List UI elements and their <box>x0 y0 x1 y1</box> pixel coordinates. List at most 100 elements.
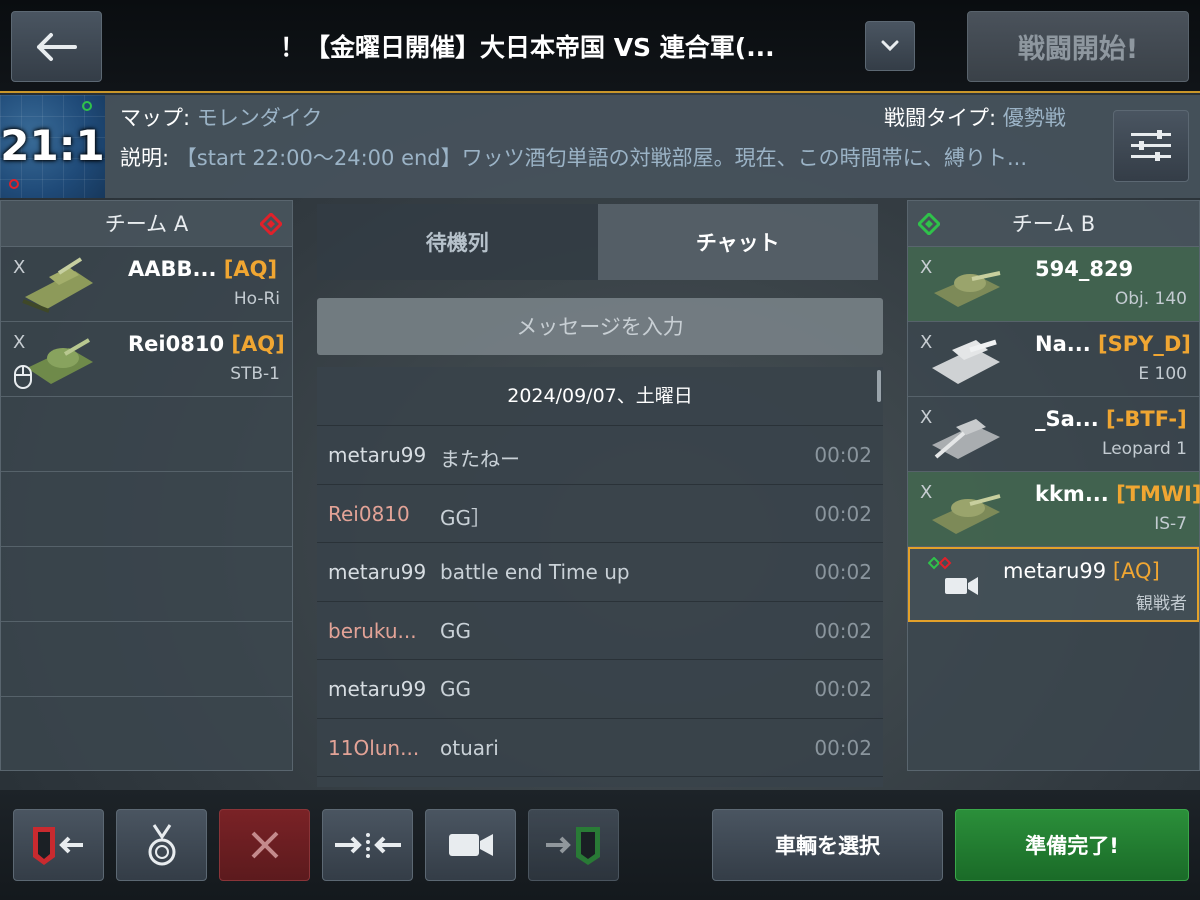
map-label: マップ: <box>120 106 191 130</box>
chat-date-header: 2024/09/07、土曜日 <box>317 367 883 426</box>
clan-tag: [AQ] <box>1112 559 1160 583</box>
start-battle-button[interactable]: 戦闘開始! <box>967 11 1189 82</box>
medal-icon <box>148 824 175 866</box>
chat-message: 11Olun... otuari 00:02 <box>317 719 883 777</box>
chat-time: 00:02 <box>814 677 872 701</box>
chat-message-input[interactable] <box>317 298 883 355</box>
room-info-bar: 21:1 マップ: モレンダイク 戦闘タイプ: 優勢戦 説明: 【start 2… <box>0 95 1200 198</box>
chat-time: 00:02 <box>814 560 872 584</box>
chat-author[interactable]: metaru99 <box>328 677 438 701</box>
chat-text: またねー <box>440 447 520 471</box>
chat-text: battle end Time up <box>440 560 630 584</box>
player-name: _Sa... <box>1035 407 1099 431</box>
team-b-slot-1[interactable]: X 594_829 Obj. 140 <box>908 247 1199 322</box>
vehicle-name: Leopard 1 <box>1102 439 1187 459</box>
team-b-title: チーム B <box>1011 212 1096 236</box>
tab-chat[interactable]: チャット <box>597 204 878 280</box>
spectate-button[interactable] <box>425 809 516 881</box>
settings-button[interactable] <box>1113 110 1189 182</box>
chat-message: Rei0810 GG］ 00:02 <box>317 485 883 543</box>
description-info: 説明: 【start 22:00～24:00 end】ワッツ酒匂単語の対戦部屋。… <box>120 142 1080 172</box>
map-info: マップ: モレンダイク <box>120 102 322 132</box>
center-tabs: 待機列 チャット <box>317 204 878 280</box>
video-camera-icon <box>448 834 493 856</box>
player-name-row: metaru99 [AQ] <box>1003 559 1160 583</box>
medal-button[interactable] <box>116 809 207 881</box>
clan-tag: [SPY_D] <box>1098 332 1191 356</box>
tank-medium-icon <box>934 271 1001 307</box>
team-a-empty-slot <box>1 472 292 547</box>
clan-tag: [AQ] <box>231 332 285 356</box>
team-a-slot-1[interactable]: X AABB... [AQ] Ho-Ri <box>1 247 292 322</box>
map-value: モレンダイク <box>196 106 323 130</box>
team-b-header: チーム B <box>908 201 1199 247</box>
join-team-button[interactable] <box>528 809 619 881</box>
player-name: 594_829 <box>1035 257 1134 281</box>
room-title: ！【金曜日開催】大日本帝国 VS 連合軍(... <box>280 33 775 62</box>
balance-teams-button[interactable] <box>322 809 413 881</box>
chat-author[interactable]: Rei0810 <box>328 502 438 526</box>
clan-tag: [-BTF-] <box>1106 407 1187 431</box>
chat-time: 00:02 <box>814 501 872 526</box>
enter-green-icon <box>545 827 600 865</box>
chat-text: otuari <box>440 735 499 760</box>
ready-button[interactable]: 準備完了! <box>955 809 1189 881</box>
chat-author[interactable]: beruku... <box>328 619 438 643</box>
sliders-icon <box>1131 130 1171 161</box>
vehicle-name: Ho-Ri <box>233 289 280 309</box>
spectator-slot[interactable]: metaru99 [AQ] 観戦者 <box>908 547 1199 622</box>
kick-player-button[interactable] <box>219 809 310 881</box>
chat-message: beruku... GG 00:02 <box>317 602 883 660</box>
player-name-row: kkm... [TMWI] <box>1035 482 1200 506</box>
team-b-slot-2[interactable]: X Na... [SPY_D] E 100 <box>908 322 1199 397</box>
vehicle-name: E 100 <box>1138 364 1187 384</box>
description-value: 【start 22:00～24:00 end】ワッツ酒匂単語の対戦部屋。現在、こ… <box>175 146 1028 170</box>
chat-message: metaru99 battle end Time up 00:02 <box>317 543 883 602</box>
player-name: Na... <box>1035 332 1091 356</box>
minimap[interactable]: 21:1 <box>0 95 105 198</box>
chat-text: GG］ <box>440 505 491 530</box>
team-a-empty-slot <box>1 622 292 697</box>
tab-queue[interactable]: 待機列 <box>317 204 598 280</box>
chat-time: 00:02 <box>814 443 872 467</box>
arrow-left-icon <box>36 32 77 61</box>
exit-red-icon <box>32 827 83 865</box>
chat-message-list[interactable]: 2024/09/07、土曜日 metaru99 またねー 00:02 Rei08… <box>317 367 883 787</box>
chat-scrollbar[interactable] <box>877 370 881 402</box>
select-vehicle-button[interactable]: 車輌を選択 <box>712 809 943 881</box>
leave-team-button[interactable] <box>13 809 104 881</box>
player-name: Rei0810 <box>128 332 225 356</box>
tank-td-icon <box>22 257 93 313</box>
top-bar: ！【金曜日開催】大日本帝国 VS 連合軍(... 戦闘開始! <box>0 0 1200 93</box>
battle-type-label: 戦闘タイプ: <box>884 106 997 130</box>
team-a-header: チーム A <box>1 201 292 247</box>
chat-time: 00:02 <box>814 618 872 643</box>
room-dropdown-button[interactable] <box>865 21 915 71</box>
score: 21:1 <box>0 121 105 170</box>
chat-text: GG <box>440 618 471 643</box>
player-name: metaru99 <box>1003 559 1107 583</box>
team-b-slot-4[interactable]: X kkm... [TMWI] IS-7 <box>908 472 1200 547</box>
chat-author[interactable]: metaru99 <box>328 560 438 584</box>
chat-author[interactable]: metaru99 <box>328 443 438 467</box>
player-name-row: AABB... [AQ] <box>128 257 277 281</box>
player-name-row: Rei0810 [AQ] <box>128 332 285 356</box>
chevron-down-icon <box>881 40 899 52</box>
team-b-empty-slot <box>908 622 1199 697</box>
tank-heavy-icon <box>932 339 1000 384</box>
team-b-panel: チーム B X 594_829 Obj. 140 X Na... [SPY_D]… <box>907 200 1200 771</box>
team-b-slot-3[interactable]: X _Sa... [-BTF-] Leopard 1 <box>908 397 1199 472</box>
team-a-slot-2[interactable]: X Rei0810 [AQ] STB-1 <box>1 322 292 397</box>
vehicle-name: IS-7 <box>1154 514 1187 534</box>
chat-author[interactable]: 11Olun... <box>328 736 438 760</box>
back-button[interactable] <box>11 11 102 82</box>
vehicle-name: STB-1 <box>230 364 280 384</box>
clan-tag: [TMWI] <box>1116 482 1200 506</box>
team-a-panel: チーム A X AABB... [AQ] Ho-Ri X Rei0810 [AQ… <box>0 200 293 771</box>
team-a-title: チーム A <box>104 212 189 236</box>
battle-type-info: 戦闘タイプ: 優勢戦 <box>884 102 1066 132</box>
both-teams-icon <box>928 557 952 570</box>
chat-time: 00:02 <box>814 735 872 760</box>
player-name-row: _Sa... [-BTF-] <box>1035 407 1187 431</box>
player-name: kkm... <box>1035 482 1109 506</box>
